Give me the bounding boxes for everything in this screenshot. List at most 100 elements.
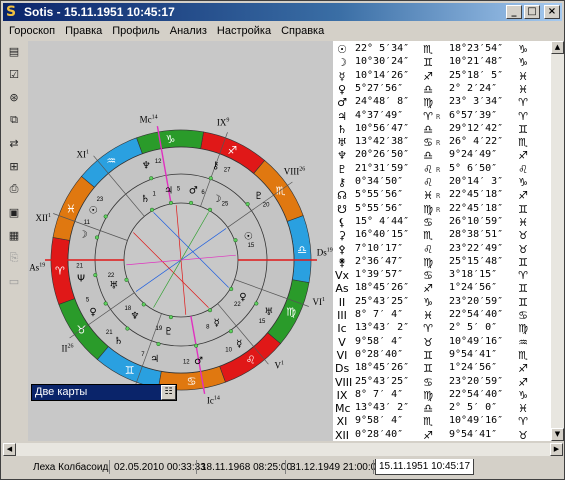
tab-separator bbox=[196, 460, 197, 474]
natal-position: 25°43′25″ bbox=[355, 375, 410, 387]
inner-planet-glyph: ☉ bbox=[244, 232, 253, 243]
natal-sign: ♍ bbox=[423, 96, 433, 110]
inner-planet-glyph: ♃ bbox=[164, 186, 173, 197]
menu-bar: Гороскоп Правка Профиль Анализ Настройка… bbox=[3, 22, 328, 39]
second-sign: ♐ bbox=[518, 362, 528, 376]
planet-marker bbox=[103, 301, 108, 306]
second-sign: ♓ bbox=[518, 402, 528, 416]
retrograde-flag: R bbox=[436, 192, 441, 201]
chart-tabs: Леха Колбасоид 02.05.2010 00:33:33 18.11.1… bbox=[3, 459, 563, 477]
table-icon[interactable]: ▦ bbox=[4, 225, 24, 245]
natal-position: 8° 7′ 4″ bbox=[355, 388, 404, 400]
vertical-scrollbar[interactable]: ▲ ▼ bbox=[551, 41, 564, 441]
second-position: 22°54′40″ bbox=[449, 309, 504, 320]
natal-sign: ♋ bbox=[423, 375, 433, 389]
second-position: 25°15′48″ bbox=[449, 255, 504, 267]
chart-tab[interactable]: 02.05.2010 00:33:33 bbox=[111, 461, 209, 474]
house-degree: 19 bbox=[39, 263, 45, 269]
second-position: 9°54′41″ bbox=[449, 348, 498, 360]
save-icon[interactable]: ▣ bbox=[4, 202, 24, 222]
scroll-down-button[interactable]: ▼ bbox=[551, 428, 564, 441]
inner-planet-degree: 25 bbox=[222, 202, 229, 208]
house-label: VI1 bbox=[312, 297, 325, 307]
second-position: 9°54′41″ bbox=[449, 428, 498, 440]
menu-edit[interactable]: Правка bbox=[59, 25, 106, 37]
natal-position: 13°43′ 2″ bbox=[355, 322, 410, 334]
retrograde-flag: R bbox=[436, 165, 441, 174]
new-chart-icon[interactable]: ▤ bbox=[4, 41, 24, 61]
menu-horoscope[interactable]: Гороскоп bbox=[3, 25, 59, 37]
two-maps-label: Две карты bbox=[32, 385, 162, 400]
menu-settings[interactable]: Настройка bbox=[211, 25, 275, 37]
row-symbol: ⚷ bbox=[337, 176, 347, 189]
outer-planet-glyph: ♇ bbox=[254, 191, 263, 202]
sotis-s-icon[interactable]: S bbox=[6, 5, 20, 19]
natal-position: 5°55′56″ bbox=[355, 189, 404, 201]
second-sign: ♑ bbox=[518, 176, 528, 189]
menu-analysis[interactable]: Анализ bbox=[164, 25, 211, 37]
house-degree: 9 bbox=[226, 117, 229, 123]
natal-sign: ♈ bbox=[423, 109, 433, 123]
title-bar[interactable]: S Sotis - 15.11.1951 10:45:17 _ □ × bbox=[3, 3, 562, 21]
outer-planet-glyph: ☽ bbox=[78, 230, 87, 241]
maximize-button[interactable]: □ bbox=[524, 5, 540, 19]
horizontal-scrollbar[interactable]: ◀ ▶ bbox=[3, 443, 563, 456]
second-sign: ♐ bbox=[518, 375, 528, 389]
scroll-up-button[interactable]: ▲ bbox=[551, 41, 564, 54]
scroll-right-button[interactable]: ▶ bbox=[550, 443, 563, 456]
planet-marker bbox=[207, 308, 213, 313]
row-symbol: XII bbox=[335, 428, 350, 442]
zodiac-sign-glyph: ♎ bbox=[297, 243, 307, 256]
second-position: 23°22′49″ bbox=[449, 242, 504, 254]
print-icon[interactable]: ⎙ bbox=[4, 179, 24, 199]
natal-position: 15° 4′44″ bbox=[355, 215, 410, 227]
natal-position: 0°34′50″ bbox=[355, 176, 404, 187]
scroll-left-button[interactable]: ◀ bbox=[3, 443, 16, 456]
copy-icon[interactable]: ⎘ bbox=[4, 248, 24, 268]
zodiac-sign-glyph: ♌ bbox=[246, 354, 256, 367]
outer-planet-degree: 12 bbox=[155, 159, 162, 165]
outer-planet-glyph: ♂ bbox=[194, 356, 203, 367]
planet-marker bbox=[245, 202, 250, 207]
second-sign: ♊ bbox=[518, 122, 528, 136]
edit-check-icon[interactable]: ☑ bbox=[4, 64, 24, 84]
inner-planet-glyph: ☿ bbox=[214, 318, 220, 329]
planet-marker bbox=[149, 207, 155, 212]
directions-icon[interactable]: ⇄ bbox=[4, 133, 24, 153]
list-icon[interactable]: ☷ bbox=[161, 385, 176, 400]
chart-tab[interactable]: Леха Колбасоид bbox=[30, 461, 111, 474]
chart-tab[interactable]: 15.11.1951 10:45:17 bbox=[375, 459, 475, 475]
row-symbol: II bbox=[338, 295, 346, 309]
paste-icon[interactable]: ▭ bbox=[4, 271, 24, 291]
second-sign: ♈ bbox=[518, 269, 528, 283]
house-label: As19 bbox=[29, 263, 45, 273]
table-row[interactable]: XII 0°28′40″ ♐ 9°54′41″ ♉ bbox=[333, 428, 551, 443]
row-symbol: ⚳ bbox=[337, 229, 347, 243]
natal-chart-wheel[interactable]: ♈♉♊♋♌♍♎♏♐♑♒♓As19II26III9Ic14V1VI1Ds19VII… bbox=[28, 41, 333, 441]
two-maps-selector[interactable]: Две карты ☷ bbox=[31, 384, 177, 401]
natal-sign: ♐ bbox=[423, 428, 433, 442]
chart-tab[interactable]: 31.12.1949 21:00:00 bbox=[287, 461, 385, 474]
minimize-button[interactable]: _ bbox=[506, 5, 522, 19]
natal-sign: ♋ bbox=[423, 136, 433, 150]
menu-profile[interactable]: Профиль bbox=[106, 25, 164, 37]
row-symbol: Ds bbox=[335, 362, 350, 376]
natal-sign: ♉ bbox=[423, 335, 433, 349]
menu-help[interactable]: Справка bbox=[275, 25, 328, 37]
second-position: 3°18′15″ bbox=[449, 269, 498, 281]
chart-tab[interactable]: 18.11.1968 08:25:00 bbox=[198, 461, 295, 474]
second-position: 18°23′54″ bbox=[449, 43, 504, 54]
natal-position: 7°10′17″ bbox=[355, 242, 404, 254]
row-symbol: Vx bbox=[335, 269, 350, 283]
chart-area[interactable]: ♈♉♊♋♌♍♎♏♐♑♒♓As19II26III9Ic14V1VI1Ds19VII… bbox=[28, 41, 333, 441]
natal-position: 18°45′26″ bbox=[355, 282, 410, 294]
house-degree: 19 bbox=[327, 247, 333, 253]
aspects-icon[interactable]: ⊛ bbox=[4, 87, 24, 107]
outer-planet-degree: 12 bbox=[183, 359, 190, 365]
close-button[interactable]: × bbox=[544, 5, 560, 19]
second-sign: ♏ bbox=[518, 348, 528, 362]
synastry-icon[interactable]: ⧉ bbox=[4, 110, 24, 130]
house-degree: 14 bbox=[152, 115, 158, 121]
transits-icon[interactable]: ⊞ bbox=[4, 156, 24, 176]
planet-marker bbox=[168, 315, 173, 320]
